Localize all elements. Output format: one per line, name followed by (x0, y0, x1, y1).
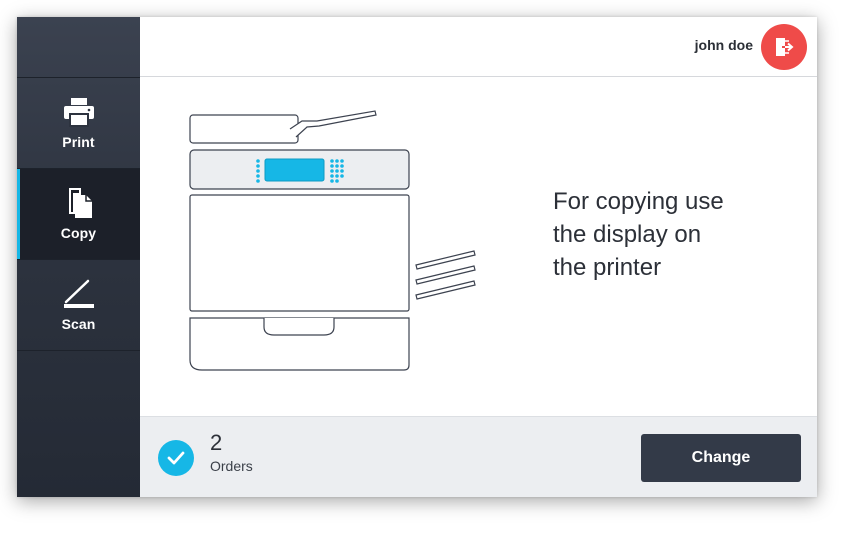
app-window: Print Copy Scan john doe For copying use… (17, 17, 817, 497)
logout-icon (776, 38, 794, 56)
sidebar-item-label: Copy (60, 225, 97, 241)
printer-illustration (189, 110, 476, 371)
logout-button[interactable] (761, 24, 807, 70)
copy-instructions: For copying use the display on the print… (553, 185, 783, 284)
message-line: the display on (553, 221, 702, 248)
sidebar-item-print[interactable]: Print (17, 78, 140, 169)
message-line: For copying use (553, 188, 724, 215)
message-line: the printer (553, 254, 662, 281)
username: john doe (694, 37, 753, 53)
change-button[interactable]: Change (641, 434, 801, 482)
main-panel: john doe For copying use the display on … (140, 17, 817, 497)
sidebar-item-copy[interactable]: Copy (17, 169, 140, 260)
sidebar-item-scan[interactable]: Scan (17, 260, 140, 351)
printer-icon (63, 98, 94, 127)
sidebar-header (17, 17, 140, 78)
footer-bar: 2 Orders Change (140, 416, 817, 497)
orders-count: 2 (210, 430, 223, 455)
top-bar: john doe (140, 17, 817, 77)
orders-label: Orders (210, 458, 253, 474)
sidebar: Print Copy Scan (17, 17, 140, 497)
copy-icon (68, 188, 92, 218)
sidebar-item-label: Print (62, 134, 95, 150)
check-icon (158, 440, 194, 476)
scan-icon (63, 279, 94, 308)
sidebar-item-label: Scan (61, 316, 96, 332)
